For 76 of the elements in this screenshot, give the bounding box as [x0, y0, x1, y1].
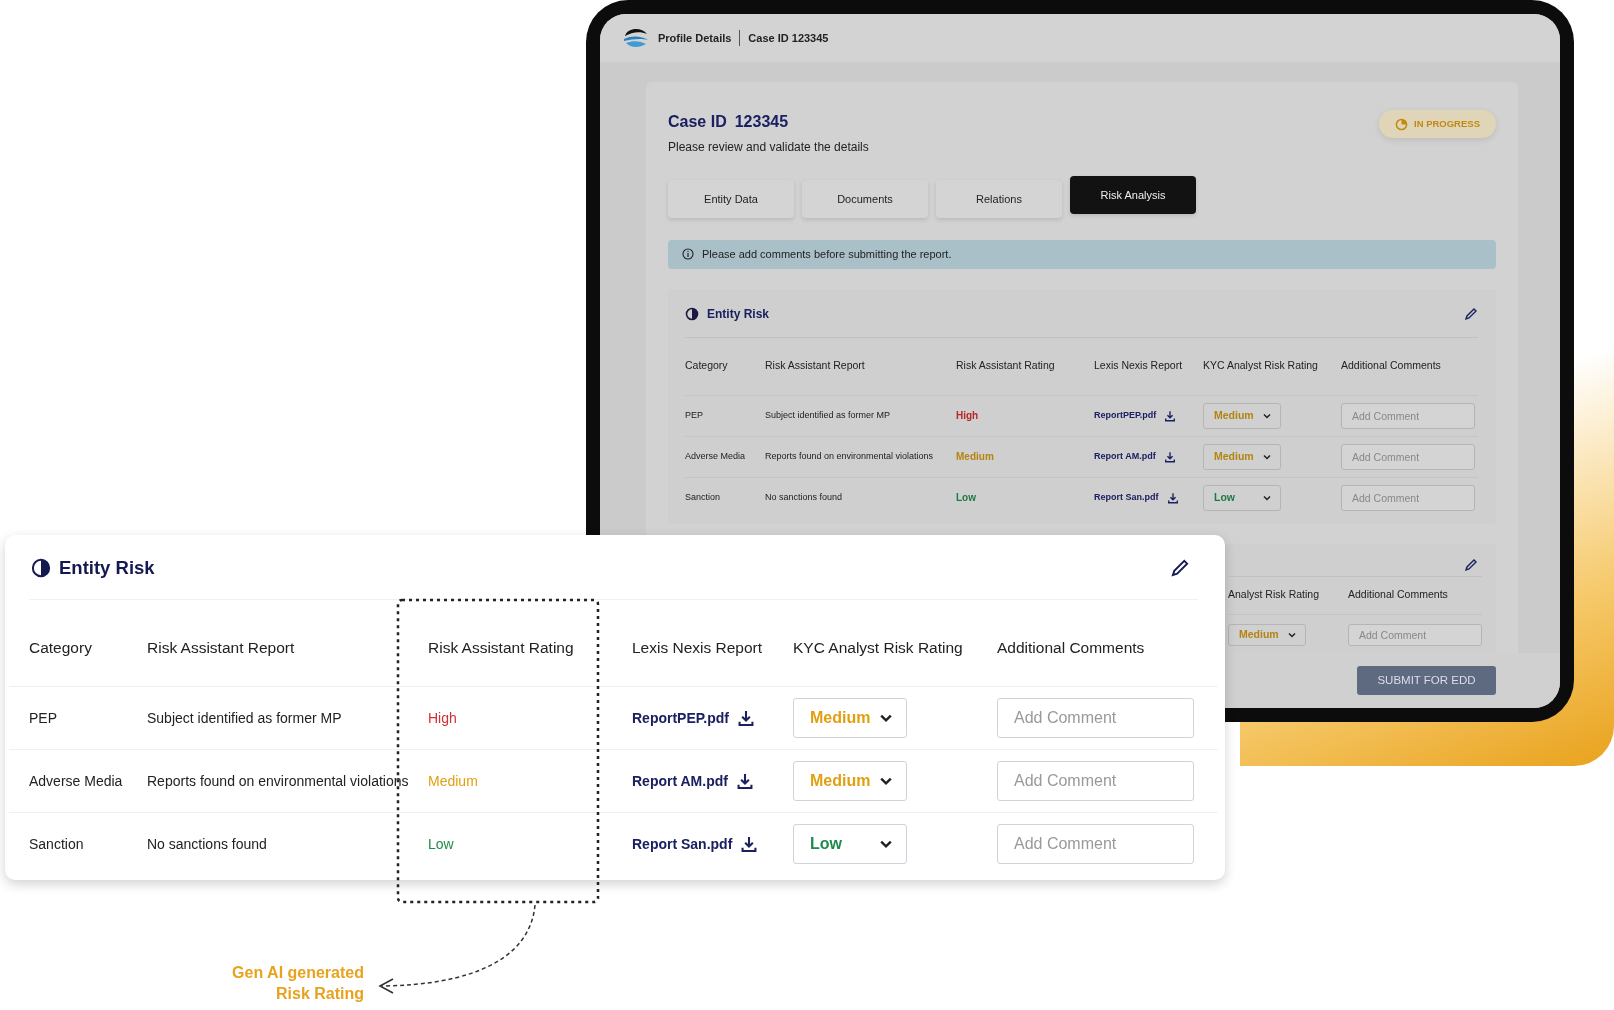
- section-title: Entity Risk: [59, 555, 155, 580]
- rating-text: Medium: [956, 450, 994, 464]
- case-title-label: Case ID: [668, 112, 727, 132]
- download-icon[interactable]: [1164, 409, 1177, 422]
- column-header: KYC Analyst Risk Rating: [1203, 358, 1318, 374]
- callout-text: Gen AI generated: [232, 963, 364, 983]
- column-header: Analyst Risk Rating: [1228, 587, 1320, 603]
- column-header: Risk Assistant Report: [765, 358, 865, 374]
- column-header: Risk Assistant Rating: [428, 638, 574, 659]
- case-id-value: 123345: [734, 112, 789, 132]
- callout-text: Risk Rating: [275, 984, 364, 1004]
- info-icon: [682, 248, 694, 261]
- comment-field[interactable]: Add Comment: [997, 761, 1194, 801]
- table-cell-text: No sanctions found: [765, 490, 843, 504]
- alert-text: Please add comments before submitting the report.: [702, 247, 952, 262]
- column-header: Risk Assistant Report: [147, 638, 295, 659]
- pie-chart-icon: [31, 557, 51, 578]
- pie-chart-icon: [1395, 117, 1408, 131]
- pie-chart-icon: [685, 306, 699, 321]
- download-icon[interactable]: [1163, 450, 1176, 463]
- breadcrumb-title: Profile Details: [658, 30, 732, 46]
- column-header: Lexis Nexis Report: [1094, 358, 1183, 374]
- breadcrumb-case: Case ID 123345: [748, 30, 829, 46]
- rating-text: High: [428, 708, 457, 728]
- table-cell-text: Reports found on environmental violations: [147, 771, 409, 791]
- table-cell-text: PEP: [685, 408, 703, 422]
- table-cell-text: Sanction: [29, 834, 84, 854]
- file-link[interactable]: Report San.pdf: [632, 833, 733, 855]
- table-cell-text: Subject identified as former MP: [147, 708, 342, 728]
- column-header: Category: [29, 638, 92, 659]
- logo-icon: [622, 26, 650, 50]
- pencil-icon[interactable]: [1464, 306, 1478, 321]
- tab[interactable]: Relations: [936, 180, 1062, 218]
- comment-field[interactable]: Add Comment: [997, 824, 1194, 864]
- comment-field[interactable]: Add Comment: [997, 698, 1194, 738]
- table-cell-text: Sanction: [685, 490, 721, 504]
- file-link[interactable]: Report San.pdf: [1094, 490, 1159, 505]
- column-header: KYC Analyst Risk Rating: [793, 638, 963, 659]
- table-cell-text: Adverse Media: [29, 771, 123, 791]
- table-cell-text: PEP: [29, 708, 57, 728]
- tab[interactable]: Entity Data: [668, 180, 794, 218]
- comment-field[interactable]: Add Comment: [1341, 443, 1475, 470]
- rating-dropdown[interactable]: Low: [793, 824, 907, 864]
- file-link[interactable]: ReportPEP.pdf: [632, 707, 729, 729]
- column-header: Risk Assistant Rating: [956, 358, 1055, 374]
- tab[interactable]: Risk Analysis: [1070, 176, 1196, 214]
- rating-text: Low: [428, 834, 454, 854]
- download-icon[interactable]: [737, 709, 755, 727]
- comment-field[interactable]: Add Comment: [1348, 623, 1482, 646]
- section-title: Entity Risk: [707, 305, 769, 323]
- file-link[interactable]: Report AM.pdf: [1094, 449, 1156, 464]
- column-header: Lexis Nexis Report: [632, 638, 763, 659]
- case-subtitle: Please review and validate the details: [668, 139, 869, 156]
- table-cell-text: Subject identified as former MP: [765, 408, 891, 422]
- download-icon[interactable]: [740, 835, 759, 853]
- pencil-icon[interactable]: [1464, 557, 1478, 572]
- table-cell-text: No sanctions found: [147, 834, 267, 854]
- table-cell-text: Reports found on environmental violations: [765, 449, 934, 463]
- rating-text: Medium: [428, 771, 478, 791]
- file-link[interactable]: Report AM.pdf: [632, 770, 728, 792]
- column-header: Additional Comments: [1341, 358, 1441, 374]
- status-label: IN PROGRESS: [1414, 117, 1480, 131]
- file-link[interactable]: ReportPEP.pdf: [1094, 408, 1157, 423]
- download-icon[interactable]: [735, 772, 754, 790]
- rating-text: Low: [956, 491, 976, 505]
- column-header: Additional Comments: [997, 638, 1145, 659]
- column-header: Category: [685, 358, 728, 374]
- comment-field[interactable]: Add Comment: [1341, 484, 1475, 511]
- column-header: Additional Comments: [1348, 587, 1448, 603]
- rating-text: High: [956, 409, 979, 423]
- table-cell-text: Adverse Media: [685, 449, 746, 463]
- download-icon[interactable]: [1166, 491, 1179, 504]
- submit-button[interactable]: SUBMIT FOR EDD: [1357, 666, 1496, 695]
- comment-field[interactable]: Add Comment: [1341, 402, 1475, 429]
- pencil-icon[interactable]: [1170, 557, 1190, 578]
- tab[interactable]: Documents: [802, 180, 928, 218]
